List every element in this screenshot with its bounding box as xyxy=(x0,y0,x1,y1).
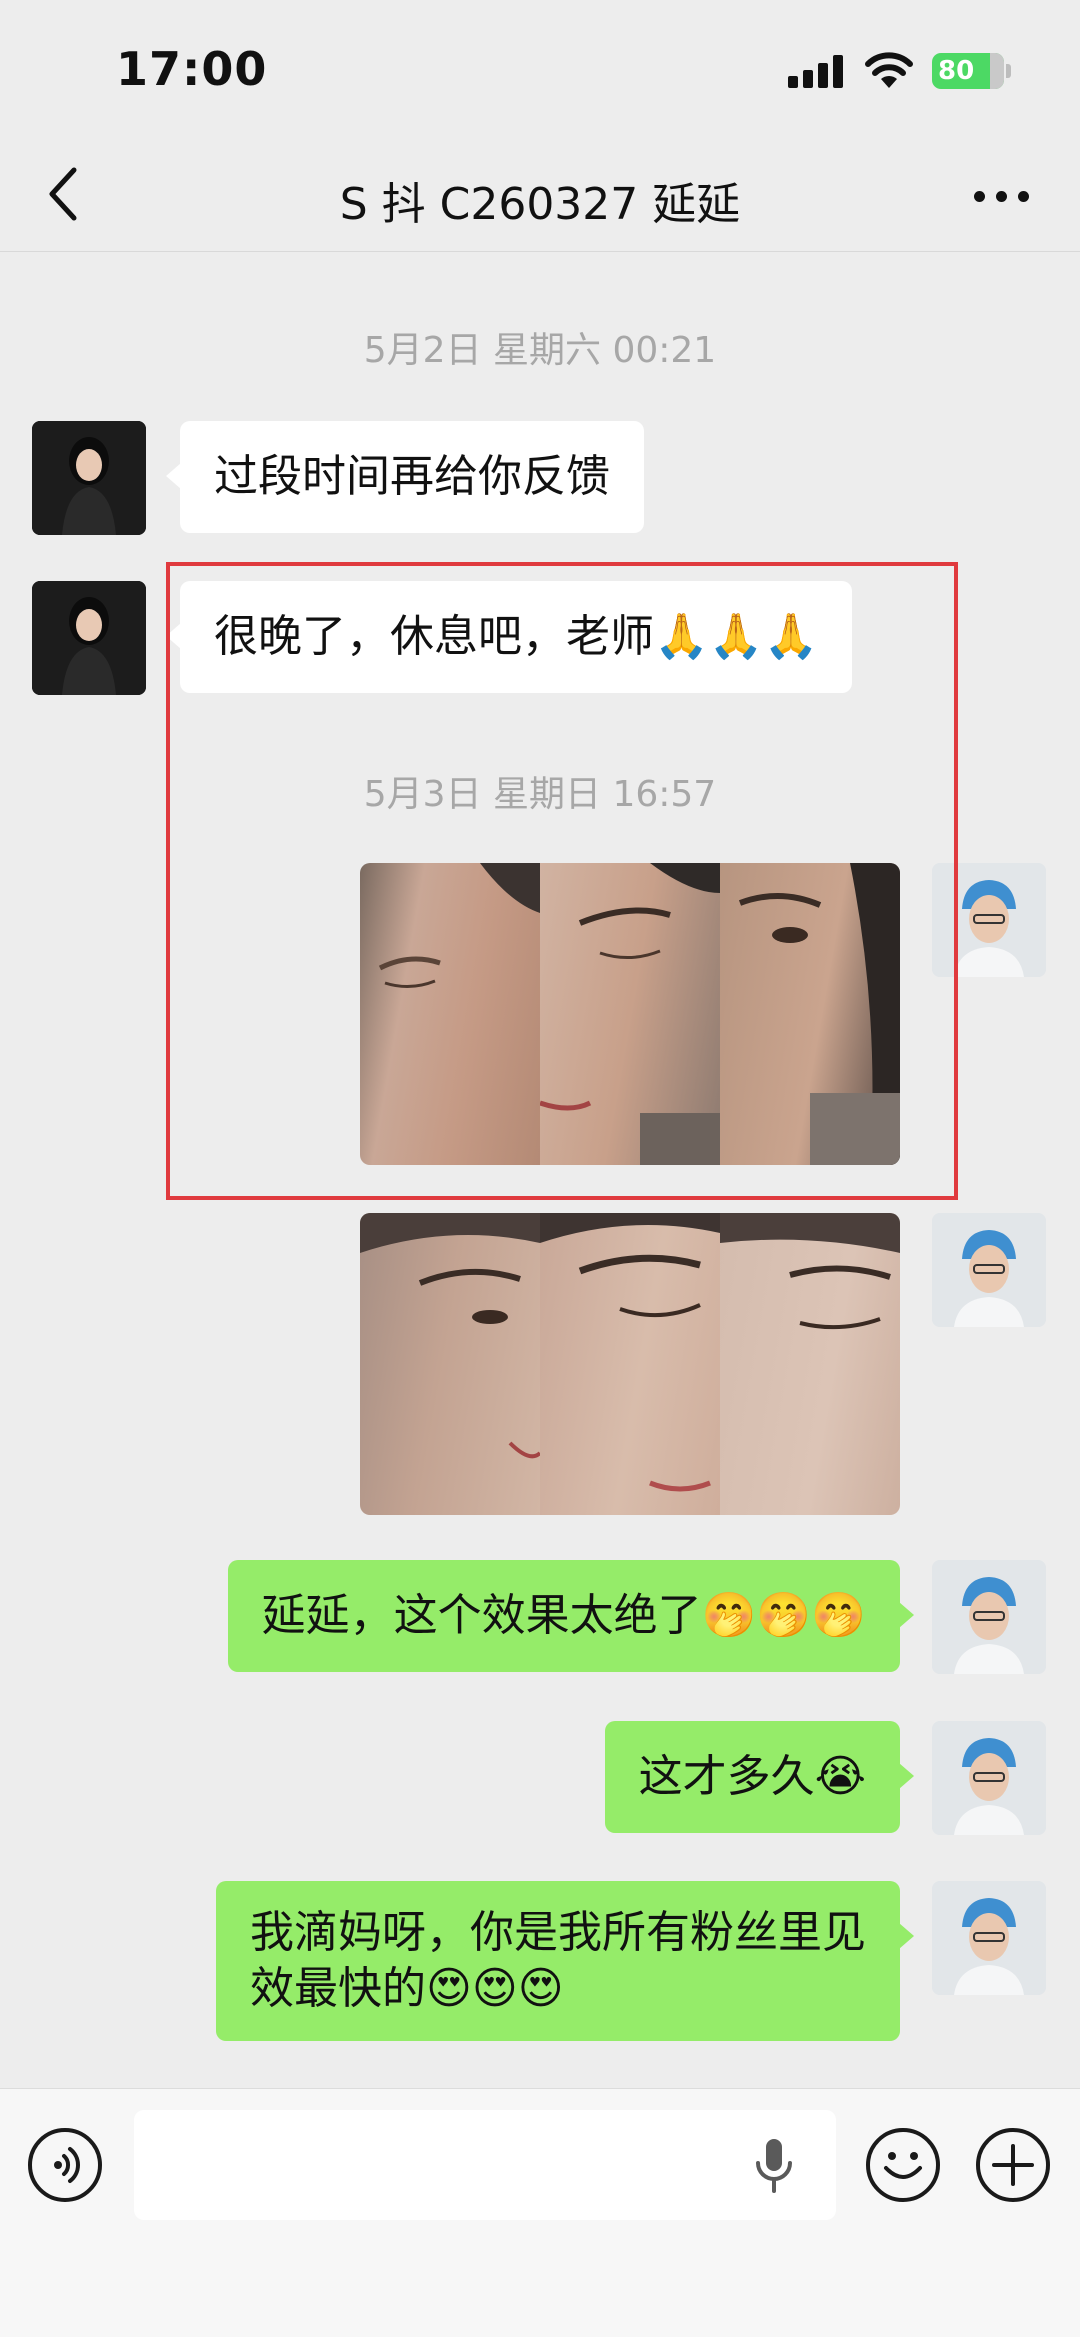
message-bubble-received[interactable]: 过段时间再给你反馈 xyxy=(166,421,644,533)
my-avatar[interactable] xyxy=(932,1881,1046,1995)
chat-screen: 17:00 80 S 抖 C260327 延延 5月2日 星期六 00:21 过… xyxy=(0,0,1080,2337)
face-photo[interactable] xyxy=(540,1213,720,1515)
chat-title: S 抖 C260327 延延 xyxy=(339,179,741,230)
chat-messages[interactable]: 5月2日 星期六 00:21 过段时间再给你反馈 很晚了，休息吧，老师🙏🙏🙏 5… xyxy=(0,253,1080,2088)
emoji-button[interactable] xyxy=(866,2128,940,2202)
wifi-icon xyxy=(865,52,913,88)
my-avatar[interactable] xyxy=(932,1213,1046,1327)
message-bubble-received[interactable]: 很晚了，休息吧，老师🙏🙏🙏 xyxy=(165,581,853,693)
battery-level: 80 xyxy=(938,56,975,86)
contact-avatar[interactable] xyxy=(32,421,146,535)
face-photo[interactable] xyxy=(360,863,540,1165)
face-photo[interactable] xyxy=(539,863,720,1165)
more-functions-button[interactable] xyxy=(976,2128,1050,2202)
photo-message[interactable] xyxy=(360,863,900,1165)
contact-avatar[interactable] xyxy=(32,581,146,695)
voice-mode-button[interactable] xyxy=(28,2128,102,2202)
battery-icon: 80 xyxy=(932,53,1004,89)
face-photo[interactable] xyxy=(720,1213,900,1515)
timestamp: 5月2日 星期六 00:21 xyxy=(363,330,717,371)
message-bubble-sent[interactable]: 我滴妈呀，你是我所有粉丝里见 效最快的😍😍😍 xyxy=(216,1881,914,2041)
status-time: 17:00 xyxy=(116,42,268,96)
face-photo[interactable] xyxy=(360,1213,542,1515)
my-avatar[interactable] xyxy=(932,1721,1046,1835)
emoji-icon xyxy=(884,2152,922,2179)
message-bubble-sent[interactable]: 延延，这个效果太绝了🤭🤭🤭 xyxy=(227,1560,915,1672)
voice-mode-icon xyxy=(54,2147,80,2183)
more-options-icon[interactable] xyxy=(974,186,1030,206)
my-avatar[interactable] xyxy=(932,863,1046,977)
plus-icon xyxy=(992,2144,1034,2186)
cellular-signal-icon xyxy=(788,54,844,88)
face-photo[interactable] xyxy=(720,863,900,1165)
photo-message[interactable] xyxy=(360,1213,900,1515)
battery-tip xyxy=(1006,64,1011,78)
microphone-icon[interactable] xyxy=(752,2137,796,2195)
nav-bar: S 抖 C260327 延延 xyxy=(0,140,1080,252)
message-bubble-sent[interactable]: 这才多久😭 xyxy=(604,1721,915,1833)
message-input[interactable] xyxy=(134,2110,836,2220)
my-avatar[interactable] xyxy=(932,1560,1046,1674)
input-bar xyxy=(0,2088,1080,2337)
timestamp: 5月3日 星期日 16:57 xyxy=(363,774,717,815)
status-bar: 17:00 80 xyxy=(0,0,1080,140)
